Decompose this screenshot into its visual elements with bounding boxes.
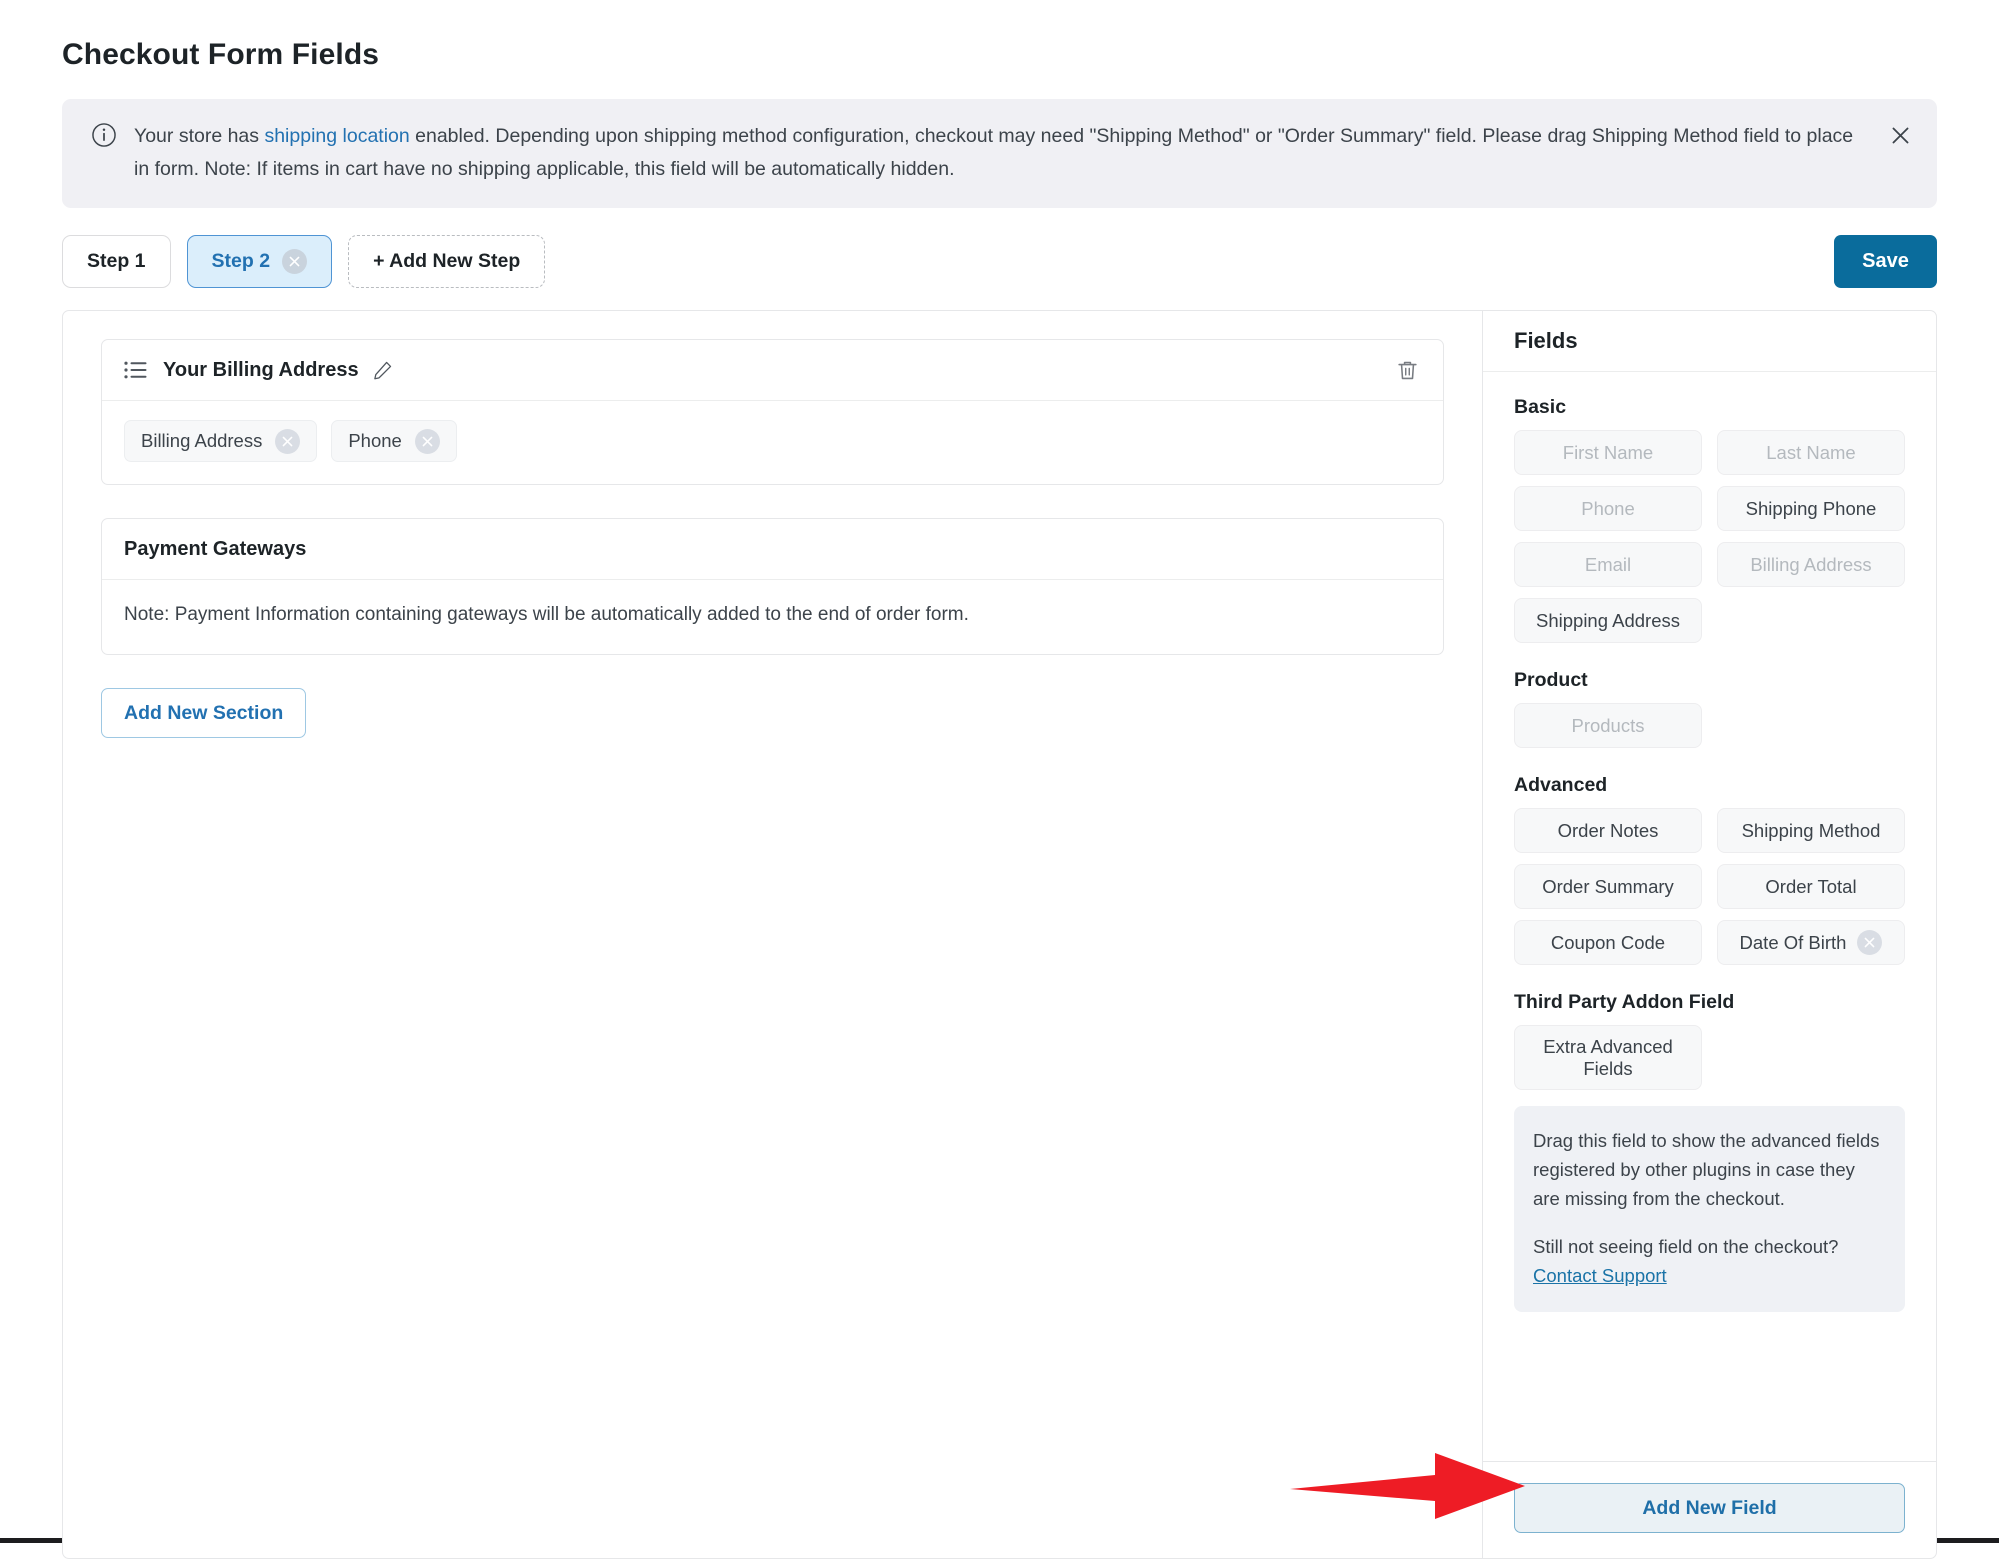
field-pill-products[interactable]: Products xyxy=(1514,703,1702,748)
field-pill-extra-advanced-fields[interactable]: Extra Advanced Fields xyxy=(1514,1025,1702,1090)
field-pill-order-summary-label: Order Summary xyxy=(1542,875,1674,897)
step-tab-2-label: Step 2 xyxy=(211,249,271,272)
field-pill-order-summary[interactable]: Order Summary xyxy=(1514,864,1702,909)
section-title: Your Billing Address xyxy=(163,358,359,381)
field-pill-email-label: Email xyxy=(1584,553,1632,575)
steps-toolbar: Step 1 Step 2 + Add New Step Save xyxy=(62,233,1937,289)
field-pill-order-notes[interactable]: Order Notes xyxy=(1514,808,1702,853)
field-pill-date-of-birth-label: Date Of Birth xyxy=(1739,931,1847,953)
fields-group-advanced: Advanced Order Notes Shipping Method Ord… xyxy=(1514,774,1905,965)
form-field-phone-remove-icon[interactable] xyxy=(414,428,440,454)
form-section-payment-gateways: Payment Gateways Note: Payment Informati… xyxy=(101,518,1444,655)
close-icon xyxy=(1890,125,1911,146)
save-button[interactable]: Save xyxy=(1834,234,1937,288)
field-pill-phone[interactable]: Phone xyxy=(1514,486,1702,531)
field-pill-billing-address[interactable]: Billing Address xyxy=(1717,542,1905,587)
form-field-billing-address-remove-icon[interactable] xyxy=(275,428,301,454)
contact-support-link[interactable]: Contact Support xyxy=(1533,1265,1667,1286)
addon-help-paragraph-1: Drag this field to show the advanced fie… xyxy=(1533,1130,1880,1209)
field-pill-shipping-method[interactable]: Shipping Method xyxy=(1717,808,1905,853)
fields-group-basic-title: Basic xyxy=(1514,396,1567,418)
fields-group-product-title: Product xyxy=(1514,669,1588,691)
fields-sidebar: Fields Basic First Name Last Name Phone … xyxy=(1483,311,1936,1558)
checkout-form-fields-page: Checkout Form Fields Your store has ship… xyxy=(0,0,1999,1559)
form-section-billing-address: Your Billing Address Billing Address Pho… xyxy=(101,339,1444,485)
fields-group-third-party-addon-title: Third Party Addon Field xyxy=(1514,991,1735,1013)
addon-help-question: Still not seeing field on the checkout? xyxy=(1533,1236,1839,1257)
field-pill-products-label: Products xyxy=(1571,714,1645,736)
add-new-step-label: + Add New Step xyxy=(373,249,521,272)
step-tab-2-remove-icon[interactable] xyxy=(282,248,308,274)
payment-gateways-title: Payment Gateways xyxy=(124,537,307,560)
fields-sidebar-heading: Fields xyxy=(1483,311,1936,372)
field-pill-coupon-code-label: Coupon Code xyxy=(1550,931,1666,953)
field-pill-order-notes-label: Order Notes xyxy=(1557,819,1659,841)
step-tab-1[interactable]: Step 1 xyxy=(62,234,171,288)
field-pill-phone-label: Phone xyxy=(1581,497,1635,519)
fields-group-product-grid: Products xyxy=(1514,703,1905,748)
form-builder: Your Billing Address Billing Address Pho… xyxy=(62,310,1937,1559)
addon-help-paragraph-2: Still not seeing field on the checkout? C… xyxy=(1533,1232,1886,1290)
fields-group-product: Product Products xyxy=(1514,669,1905,748)
field-pill-date-of-birth[interactable]: Date Of Birth xyxy=(1717,920,1905,965)
field-pill-shipping-method-label: Shipping Method xyxy=(1741,819,1881,841)
fields-group-advanced-title: Advanced xyxy=(1514,774,1608,796)
list-drag-handle-icon[interactable] xyxy=(124,358,148,382)
third-party-addon-help-box: Drag this field to show the advanced fie… xyxy=(1514,1106,1905,1312)
shipping-location-link[interactable]: shipping location xyxy=(264,125,409,147)
field-pill-email[interactable]: Email xyxy=(1514,542,1702,587)
fields-group-basic: Basic First Name Last Name Phone Shippin… xyxy=(1514,396,1905,643)
fields-group-third-party-addon-grid: Extra Advanced Fields xyxy=(1514,1025,1905,1090)
section-fields-dropzone[interactable]: Billing Address Phone xyxy=(102,401,1443,484)
payment-gateways-note: Note: Payment Information containing gat… xyxy=(124,604,969,625)
form-field-billing-address[interactable]: Billing Address xyxy=(124,420,318,462)
add-new-step-button[interactable]: + Add New Step xyxy=(348,234,546,288)
fields-group-third-party-addon: Third Party Addon Field Extra Advanced F… xyxy=(1514,991,1905,1312)
field-pill-date-of-birth-remove-icon[interactable] xyxy=(1857,930,1883,955)
field-pill-extra-advanced-fields-label: Extra Advanced Fields xyxy=(1543,1036,1673,1079)
field-pill-order-total-label: Order Total xyxy=(1765,875,1857,897)
fields-sidebar-body: Basic First Name Last Name Phone Shippin… xyxy=(1483,372,1936,1461)
notice-text: Your store has shipping location enabled… xyxy=(134,120,1873,186)
section-header: Your Billing Address xyxy=(102,340,1443,401)
notice-close-button[interactable] xyxy=(1884,119,1916,151)
form-field-phone-label: Phone xyxy=(348,430,402,451)
field-pill-coupon-code[interactable]: Coupon Code xyxy=(1514,920,1702,965)
fields-sidebar-footer: Add New Field xyxy=(1483,1461,1936,1558)
fields-group-basic-grid: First Name Last Name Phone Shipping Phon… xyxy=(1514,430,1905,643)
field-pill-shipping-address-label: Shipping Address xyxy=(1536,609,1680,631)
form-canvas: Your Billing Address Billing Address Pho… xyxy=(63,311,1483,1558)
payment-gateways-header: Payment Gateways xyxy=(102,519,1443,580)
add-new-field-button[interactable]: Add New Field xyxy=(1514,1483,1905,1533)
step-tab-1-label: Step 1 xyxy=(87,249,146,272)
form-field-billing-address-label: Billing Address xyxy=(141,430,263,451)
page-title: Checkout Form Fields xyxy=(62,38,380,71)
fields-group-advanced-grid: Order Notes Shipping Method Order Summar… xyxy=(1514,808,1905,965)
field-pill-billing-address-label: Billing Address xyxy=(1750,553,1872,575)
trash-icon[interactable] xyxy=(1395,357,1421,383)
field-pill-last-name-label: Last Name xyxy=(1766,441,1856,463)
field-pill-shipping-address[interactable]: Shipping Address xyxy=(1514,598,1702,643)
step-tab-2[interactable]: Step 2 xyxy=(186,234,333,288)
field-pill-order-total[interactable]: Order Total xyxy=(1717,864,1905,909)
field-pill-first-name[interactable]: First Name xyxy=(1514,430,1702,475)
field-pill-last-name[interactable]: Last Name xyxy=(1717,430,1905,475)
notice-text-before-link: Your store has xyxy=(134,125,265,147)
add-new-section-button[interactable]: Add New Section xyxy=(101,688,307,738)
field-pill-shipping-phone[interactable]: Shipping Phone xyxy=(1717,486,1905,531)
pencil-edit-icon[interactable] xyxy=(372,359,394,381)
info-circle-icon xyxy=(91,122,117,148)
form-field-phone[interactable]: Phone xyxy=(331,420,457,462)
shipping-location-notice: Your store has shipping location enabled… xyxy=(62,99,1937,208)
field-pill-shipping-phone-label: Shipping Phone xyxy=(1745,497,1877,519)
field-pill-first-name-label: First Name xyxy=(1562,441,1654,463)
